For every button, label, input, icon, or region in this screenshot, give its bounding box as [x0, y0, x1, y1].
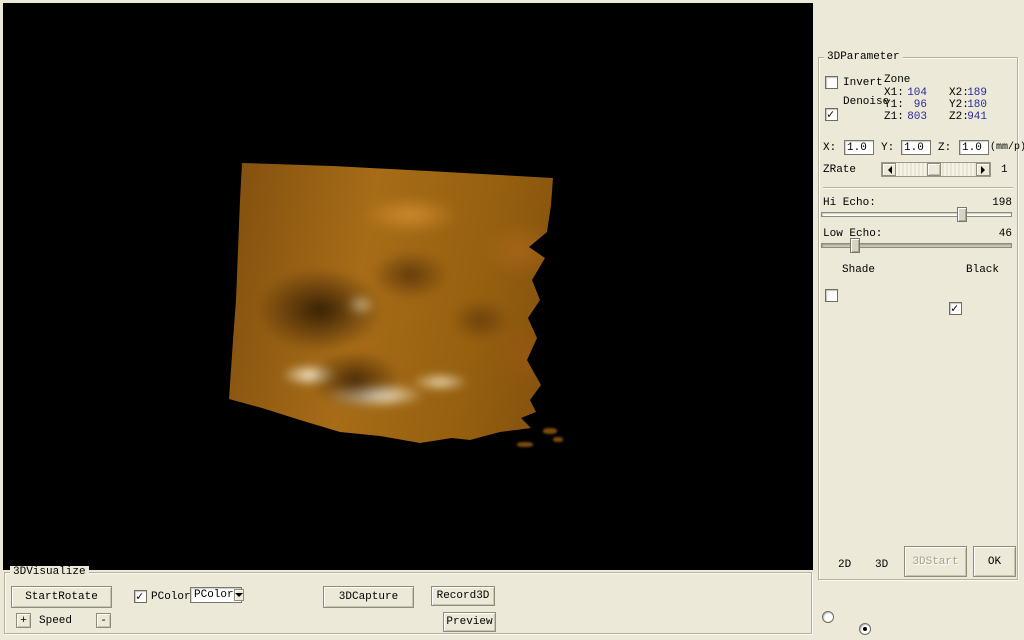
- zone-label: Zone: [884, 74, 911, 86]
- chevron-down-icon: [234, 593, 243, 601]
- zrate-scroll-left-button[interactable]: [882, 163, 896, 176]
- pcolor-dropdown[interactable]: PColor: [190, 587, 244, 603]
- parameter-groupbox: 3DParameter Invert Denoise Zone X1: 104 …: [818, 51, 1024, 635]
- zrate-value: 1: [1001, 164, 1008, 176]
- volume-speck: [517, 442, 533, 447]
- pcolor-dropdown-value: PColor: [194, 588, 234, 601]
- speed-minus-button[interactable]: -: [96, 613, 111, 628]
- mode-3d-label: 3D: [875, 559, 889, 571]
- separator: [823, 187, 1013, 189]
- scale-x-input[interactable]: [844, 140, 874, 155]
- speed-label: Speed: [39, 615, 73, 627]
- denoise-label: Denoise: [843, 96, 890, 108]
- scale-z-label: Z:: [938, 142, 952, 154]
- invert-label: Invert: [843, 77, 883, 89]
- zrate-label: ZRate: [823, 164, 857, 176]
- mode-3d-radio[interactable]: [859, 623, 871, 635]
- visualize-groupbox-title: 3DVisualize: [10, 566, 89, 579]
- scroll-right-icon: [980, 165, 989, 174]
- capture-3d-button[interactable]: 3DCapture: [323, 586, 414, 608]
- preview-button[interactable]: Preview: [443, 612, 496, 632]
- hi-echo-slider-track[interactable]: [821, 212, 1012, 217]
- ultrasound-volume-render: [229, 163, 553, 443]
- record-3d-button[interactable]: Record3D: [431, 586, 495, 606]
- scale-y-input[interactable]: [901, 140, 931, 155]
- hi-echo-value: 198: [992, 197, 1012, 209]
- volume-speck: [553, 437, 563, 442]
- app-window: { "colors": { "panel_bg": "#ece9d8", "vi…: [0, 0, 1024, 640]
- scale-x-label: X:: [823, 142, 837, 154]
- volume-speck: [543, 428, 557, 434]
- parameter-groupbox-title: 3DParameter: [824, 51, 903, 64]
- start3d-button[interactable]: 3DStart: [904, 546, 967, 577]
- pcolor-dropdown-button[interactable]: [233, 589, 244, 601]
- zrate-scroll-right-button[interactable]: [976, 163, 990, 176]
- zone-z2-value: 941: [967, 111, 987, 123]
- mode-2d-radio[interactable]: [822, 611, 834, 623]
- scroll-left-icon: [884, 165, 892, 174]
- low-echo-slider-thumb[interactable]: [850, 238, 860, 253]
- zrate-scroll-thumb[interactable]: [927, 163, 941, 176]
- hi-echo-slider-thumb[interactable]: [957, 207, 967, 222]
- speed-plus-button[interactable]: +: [16, 613, 31, 628]
- low-echo-value: 46: [998, 228, 1012, 240]
- ok-button[interactable]: OK: [973, 546, 1016, 577]
- visualize-groupbox: 3DVisualize StartRotate + Speed - PColor…: [4, 566, 812, 634]
- scale-y-label: Y:: [881, 142, 895, 154]
- zrate-scrollbar[interactable]: [881, 162, 991, 177]
- zone-z1-value: 803: [907, 111, 927, 123]
- volume-texture: [229, 163, 553, 443]
- shade-checkbox[interactable]: [825, 289, 838, 302]
- zrate-scroll-track[interactable]: [896, 163, 976, 176]
- render-viewport[interactable]: [3, 3, 813, 570]
- invert-checkbox[interactable]: [825, 76, 838, 89]
- shade-label: Shade: [842, 264, 876, 276]
- mode-2d-label: 2D: [838, 559, 852, 571]
- black-checkbox[interactable]: [949, 301, 962, 316]
- hi-echo-label: Hi Echo:: [823, 197, 876, 209]
- denoise-checkbox[interactable]: [825, 107, 838, 122]
- pcolor-checkbox-label: PColor: [151, 591, 191, 603]
- scale-z-input[interactable]: [959, 140, 989, 155]
- pcolor-checkbox[interactable]: [134, 589, 147, 604]
- black-label: Black: [966, 264, 1000, 276]
- scale-unit-label: (mm/p): [990, 142, 1024, 153]
- start-rotate-button[interactable]: StartRotate: [11, 586, 112, 608]
